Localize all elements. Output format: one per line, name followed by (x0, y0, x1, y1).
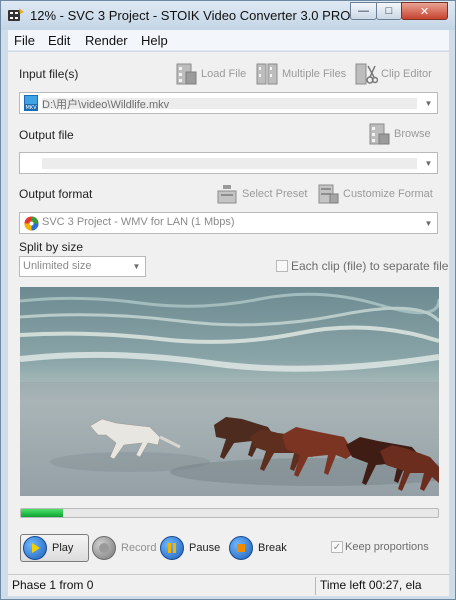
play-button[interactable]: Play (20, 534, 89, 562)
record-button[interactable]: Record (92, 534, 156, 562)
main-panel: Input file(s) Load File Multiple Files C… (8, 52, 449, 575)
customize-icon (318, 184, 339, 204)
input-path: D:\用户\video\Wildlife.mkv (42, 99, 170, 111)
output-file-combo[interactable]: ▼ (19, 152, 438, 174)
film-strip-icon (176, 63, 197, 85)
browse-button[interactable]: Browse (367, 122, 431, 146)
play-label: Play (52, 542, 74, 554)
clip-editor-label: Clip Editor (381, 68, 432, 80)
film-browse-icon (369, 123, 390, 145)
clip-editor-button[interactable]: Clip Editor (354, 62, 432, 86)
each-clip-checkbox[interactable] (276, 260, 288, 272)
status-bar: Phase 1 from 0 Time left 00:27, ela (8, 574, 449, 596)
split-size-value: Unlimited size (23, 260, 92, 272)
pause-icon (160, 536, 184, 560)
close-button[interactable]: ✕ (401, 2, 448, 20)
scissors-icon (355, 63, 378, 85)
multiple-films-icon (256, 63, 278, 85)
chevron-down-icon[interactable]: ▼ (128, 257, 145, 276)
checkmark-icon: ✓ (332, 541, 342, 553)
chevron-down-icon[interactable]: ▼ (420, 93, 437, 113)
menu-render[interactable]: Render (85, 33, 128, 48)
maximize-button[interactable]: □ (376, 2, 402, 20)
window-title: 12% - SVC 3 Project - STOIK Video Conver… (30, 8, 351, 23)
output-file-label: Output file (19, 128, 74, 142)
multiple-files-label: Multiple Files (282, 68, 347, 80)
preset-icon (217, 185, 237, 204)
output-format-value: SVC 3 Project - WMV for LAN (1 Mbps) (42, 216, 235, 228)
maximize-icon: □ (385, 5, 393, 17)
browse-label: Browse (394, 128, 431, 140)
format-disc-icon (24, 216, 39, 231)
load-file-label: Load File (201, 68, 247, 80)
keep-proportions-label: Keep proportions (345, 541, 429, 553)
record-label: Record (121, 542, 157, 554)
chevron-down-icon[interactable]: ▼ (420, 213, 437, 233)
customize-format-label: Customize Format (343, 188, 433, 200)
record-icon (92, 536, 116, 560)
title-bar: 12% - SVC 3 Project - STOIK Video Conver… (1, 1, 455, 30)
status-time: Time left 00:27, ela (320, 578, 422, 592)
input-file-combo[interactable]: MKV D:\用户\video\Wildlife.mkv ▼ (19, 92, 438, 114)
select-preset-label: Select Preset (242, 188, 308, 200)
break-button[interactable]: Break (229, 534, 287, 562)
app-window: 12% - SVC 3 Project - STOIK Video Conver… (0, 0, 456, 600)
break-label: Break (258, 542, 287, 554)
output-format-combo[interactable]: SVC 3 Project - WMV for LAN (1 Mbps) ▼ (19, 212, 438, 234)
input-files-label: Input file(s) (19, 67, 79, 81)
close-icon: ✕ (419, 5, 430, 18)
customize-format-button[interactable]: Customize Format (316, 182, 433, 206)
split-size-combo[interactable]: Unlimited size ▼ (19, 256, 146, 277)
minimize-icon: — (358, 5, 369, 17)
menu-bar: File Edit Render Help (8, 30, 449, 51)
pause-label: Pause (189, 542, 221, 554)
mkv-file-icon: MKV (24, 95, 38, 111)
output-format-label: Output format (19, 187, 93, 201)
select-preset-button[interactable]: Select Preset (215, 182, 307, 206)
stop-icon (229, 536, 253, 560)
menu-help[interactable]: Help (141, 33, 168, 48)
split-by-size-label: Split by size (19, 240, 84, 254)
status-phase: Phase 1 from 0 (12, 578, 94, 592)
app-icon (8, 8, 24, 21)
multiple-files-button[interactable]: Multiple Files (255, 62, 346, 86)
menu-edit[interactable]: Edit (48, 33, 70, 48)
progress-fill (21, 509, 63, 517)
play-icon (23, 536, 47, 560)
minimize-button[interactable]: — (350, 2, 377, 20)
keep-proportions-checkbox[interactable]: ✓ (331, 541, 343, 553)
output-path-highlight (42, 158, 417, 169)
pause-button[interactable]: Pause (160, 534, 220, 562)
video-preview (20, 287, 439, 496)
chevron-down-icon[interactable]: ▼ (420, 153, 437, 173)
status-divider (315, 577, 316, 595)
wildlife-horses-image (20, 287, 439, 496)
each-clip-label: Each clip (file) to separate file (291, 259, 449, 273)
menu-file[interactable]: File (14, 33, 35, 48)
load-file-button[interactable]: Load File (174, 62, 246, 86)
conversion-progress-bar (20, 508, 439, 518)
mkv-badge: MKV (25, 105, 37, 111)
